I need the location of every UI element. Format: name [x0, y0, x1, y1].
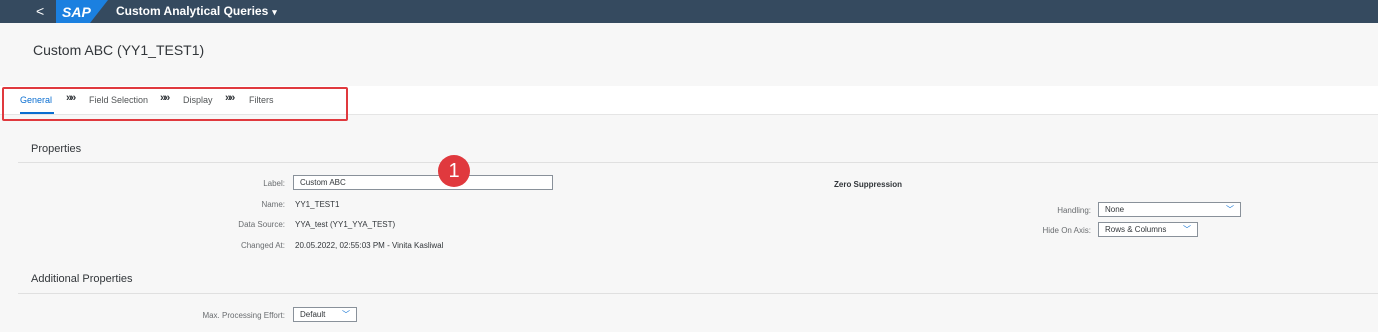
- max-effort-select-value: Default: [300, 310, 326, 319]
- label-input[interactable]: [293, 175, 553, 190]
- app-title-menu[interactable]: Custom Analytical Queries ▾: [116, 4, 277, 18]
- datasource-value: YYA_test (YY1_YYA_TEST): [295, 220, 396, 229]
- annotation-number-badge: 1: [438, 155, 470, 187]
- section-divider: [18, 293, 1378, 294]
- name-value: YY1_TEST1: [295, 200, 340, 209]
- chevron-down-icon: ﹀: [1226, 205, 1234, 214]
- section-divider: [18, 162, 1378, 163]
- additional-properties-section-title: Additional Properties: [31, 273, 133, 285]
- shell-bar: < SAP Custom Analytical Queries ▾: [0, 0, 1378, 23]
- app-title-text: Custom Analytical Queries: [116, 4, 269, 18]
- zero-suppression-title: Zero Suppression: [834, 180, 903, 189]
- name-field-label: Name:: [261, 200, 285, 209]
- back-icon[interactable]: <: [36, 2, 44, 20]
- datasource-field-label: Data Source:: [238, 220, 285, 229]
- chevron-down-icon: ﹀: [342, 310, 350, 319]
- handling-field-label: Handling:: [1057, 206, 1091, 215]
- handling-select-value: None: [1105, 205, 1125, 214]
- sap-logo: SAP: [56, 0, 108, 23]
- page-title: Custom ABC (YY1_TEST1): [33, 42, 205, 58]
- content-area: Properties Label: Name: YY1_TEST1 Data S…: [0, 130, 1378, 332]
- chevron-down-icon: ▾: [272, 7, 277, 17]
- chevron-down-icon: ﹀: [1183, 225, 1191, 234]
- object-header: Custom ABC (YY1_TEST1): [0, 23, 1378, 86]
- max-effort-field-label: Max. Processing Effort:: [202, 311, 285, 320]
- svg-text:SAP: SAP: [62, 4, 91, 20]
- changed-at-value: 20.05.2022, 02:55:03 PM - Vinita Kasliwa…: [295, 241, 444, 250]
- hide-on-axis-select[interactable]: Rows & Columns ﹀: [1098, 222, 1198, 237]
- handling-select[interactable]: None ﹀: [1098, 202, 1241, 217]
- hide-on-axis-select-value: Rows & Columns: [1105, 225, 1167, 234]
- properties-section-title: Properties: [31, 143, 82, 155]
- hide-on-axis-field-label: Hide On Axis:: [1042, 226, 1091, 235]
- max-effort-select[interactable]: Default ﹀: [293, 307, 357, 322]
- changed-at-field-label: Changed At:: [240, 241, 285, 250]
- annotation-highlight-box: [2, 87, 348, 121]
- label-field-label: Label:: [263, 179, 285, 188]
